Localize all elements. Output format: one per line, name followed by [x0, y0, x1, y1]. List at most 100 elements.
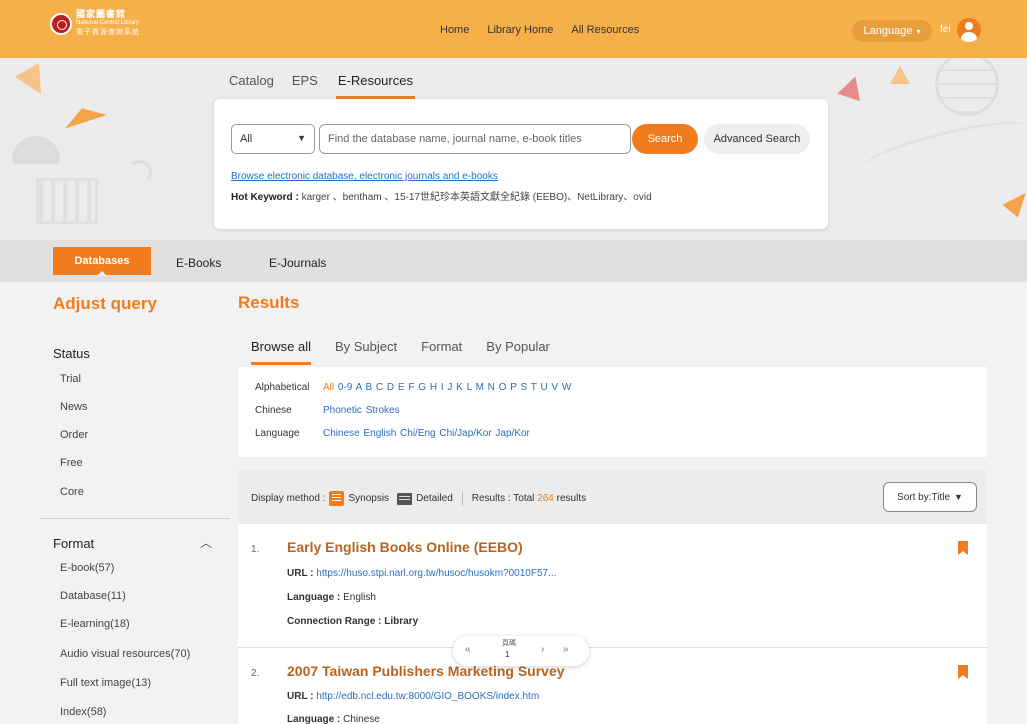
sort-select[interactable]: Sort by:Title ▼	[883, 482, 977, 512]
synopsis-view-icon[interactable]	[329, 491, 345, 506]
result-language: Chinese	[343, 714, 380, 724]
alpha-letter-links[interactable]: 0-9 A B C D E F G H I J K L M N O P S T …	[338, 382, 571, 393]
alphabetical-label: Alphabetical	[255, 382, 310, 393]
status-item-order[interactable]: Order	[60, 429, 88, 441]
tab-databases[interactable]: Databases	[53, 247, 151, 276]
result-language: English	[343, 592, 376, 603]
subtab-format[interactable]: Format	[421, 339, 462, 365]
tab-eps[interactable]: EPS	[292, 73, 318, 99]
chinese-label: Chinese	[255, 405, 292, 416]
top-nav: Home Library Home All Resources	[440, 24, 639, 36]
browse-resources-link[interactable]: Browse electronic database, electronic j…	[231, 171, 498, 182]
search-button[interactable]: Search	[632, 124, 698, 154]
chevron-down-icon: ▼	[297, 133, 306, 143]
decorative-people-icon	[12, 136, 60, 164]
status-item-trial[interactable]: Trial	[60, 373, 81, 385]
chevron-up-icon[interactable]: ︿	[200, 534, 212, 551]
results-total-suffix: results	[556, 493, 587, 504]
nav-library-home[interactable]: Library Home	[487, 24, 553, 36]
logo-system-name: 電子資源查詢系統	[76, 29, 140, 36]
result-number: 1.	[251, 544, 260, 555]
result-url[interactable]: http://edb.ncl.edu.tw:8000/GIO_BOOKS/ind…	[316, 691, 539, 702]
format-item-database[interactable]: Database(11)	[60, 590, 126, 602]
logo-subtitle: National Central Library	[76, 20, 140, 26]
language-label: Language :	[287, 592, 341, 603]
user-avatar-icon[interactable]	[957, 18, 981, 42]
status-item-core[interactable]: Core	[60, 486, 84, 498]
synopsis-view-label[interactable]: Synopsis	[348, 493, 389, 504]
results-heading: Results	[238, 293, 300, 312]
url-label: URL :	[287, 691, 314, 702]
current-page-number[interactable]: 1	[505, 650, 509, 659]
top-bar: 國家圖書館 National Central Library 電子資源查詢系統 …	[0, 0, 1027, 58]
subtab-by-popular[interactable]: By Popular	[486, 339, 550, 365]
sort-value: Sort by:Title	[897, 491, 951, 503]
hot-keywords: Hot Keyword : karger 、bentham 、15-17世紀珍本…	[231, 188, 652, 203]
chevron-down-icon: ▾	[916, 26, 921, 36]
tab-catalog[interactable]: Catalog	[229, 73, 274, 99]
format-heading: Format	[53, 536, 95, 551]
tab-e-journals[interactable]: E-Journals	[269, 256, 326, 270]
next-page-button[interactable]: ›	[541, 644, 544, 655]
language-label: Language :	[287, 714, 341, 724]
decorative-globe-icon	[935, 58, 999, 116]
library-seal-icon	[50, 12, 72, 35]
format-item-e-book[interactable]: E-book(57)	[60, 562, 114, 574]
decorative-triangle	[1002, 186, 1027, 218]
subtab-browse-all[interactable]: Browse all	[251, 339, 311, 365]
results-total-count: 264	[537, 493, 554, 504]
display-method-label: Display method :	[251, 493, 326, 504]
hot-keyword-list[interactable]: karger 、bentham 、15-17世紀珍本英語文獻全紀錄 (EEBO)…	[302, 192, 652, 203]
results-subtabs: Browse all By Subject Format By Popular	[251, 339, 550, 365]
status-item-news[interactable]: News	[60, 401, 88, 413]
browse-filter-box: Alphabetical All 0-9 A B C D E F G H I J…	[238, 367, 987, 457]
chinese-index-links[interactable]: Phonetic Strokes	[323, 405, 400, 416]
format-item-audio-visual[interactable]: Audio visual resources(70)	[60, 648, 190, 660]
tab-e-resources[interactable]: E-Resources	[335, 73, 415, 99]
page-number-label: 頁碼	[502, 640, 516, 647]
detailed-view-label[interactable]: Detailed	[416, 493, 453, 504]
advanced-search-button[interactable]: Advanced Search	[704, 124, 810, 154]
decorative-triangle	[890, 66, 910, 84]
format-item-index[interactable]: Index(58)	[60, 706, 106, 718]
result-url[interactable]: https://huso.stpi.narl.org.tw/husoc/huso…	[316, 568, 556, 579]
decorative-building-icon	[36, 178, 98, 224]
nav-all-resources[interactable]: All Resources	[571, 24, 639, 36]
decorative-wifi-icon	[128, 160, 152, 184]
library-logo[interactable]: 國家圖書館 National Central Library 電子資源查詢系統	[50, 10, 140, 37]
language-selector[interactable]: Language ▾	[852, 20, 932, 42]
detailed-view-icon[interactable]	[397, 492, 413, 505]
result-item: 1. Early English Books Online (EEBO) URL…	[238, 524, 987, 647]
language-label: Language	[863, 25, 913, 37]
bookmark-icon[interactable]	[958, 541, 968, 555]
format-item-full-text-image[interactable]: Full text image(13)	[60, 677, 151, 689]
search-input[interactable]	[319, 124, 631, 154]
user-name[interactable]: fei	[940, 24, 951, 35]
result-number: 2.	[251, 668, 260, 679]
subtab-by-subject[interactable]: By Subject	[335, 339, 397, 365]
resource-tab-strip: Databases E-Books E-Journals	[0, 240, 1027, 282]
result-connection-range: Library	[384, 616, 419, 627]
nav-home[interactable]: Home	[440, 24, 469, 36]
connection-range-label: Connection Range :	[287, 616, 382, 627]
logo-title: 國家圖書館	[76, 9, 127, 19]
last-page-button[interactable]: »	[563, 644, 569, 655]
result-title[interactable]: Early English Books Online (EEBO)	[287, 539, 523, 555]
chevron-down-icon: ▼	[954, 492, 963, 502]
results-total-label: Results : Total	[471, 493, 535, 504]
status-item-free[interactable]: Free	[60, 457, 83, 469]
hot-keyword-label: Hot Keyword :	[231, 192, 299, 203]
search-scope-select[interactable]: All ▼	[231, 124, 315, 154]
bookmark-icon[interactable]	[958, 665, 968, 679]
filter-sidebar: Adjust query Status Trial News Order Fre…	[0, 282, 240, 724]
tab-e-books[interactable]: E-Books	[176, 256, 221, 270]
adjust-query-title: Adjust query	[53, 294, 157, 313]
format-item-e-learning[interactable]: E-learning(18)	[60, 618, 130, 630]
url-label: URL :	[287, 568, 314, 579]
first-page-button[interactable]: «	[465, 644, 471, 655]
result-item: 2. 2007 Taiwan Publishers Marketing Surv…	[238, 648, 987, 724]
alpha-all-link[interactable]: All	[323, 382, 334, 393]
decorative-ribbon	[858, 111, 1027, 183]
language-filter-links[interactable]: Chinese English Chi/Eng Chi/Jap/Kor Jap/…	[323, 428, 530, 439]
search-scope-value: All	[240, 133, 253, 145]
